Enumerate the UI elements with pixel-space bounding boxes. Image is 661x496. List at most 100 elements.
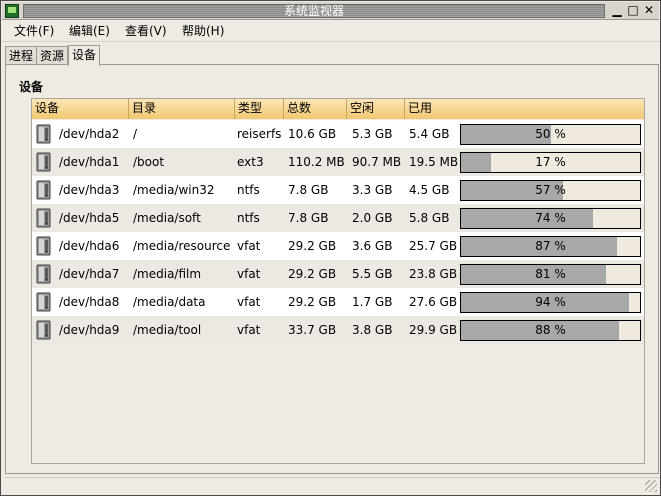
cell-type: ntfs: [237, 211, 260, 225]
table-row[interactable]: /dev/hda1/boot ext3 110.2 MB 90.7 MB 19.5 MB…: [32, 148, 644, 176]
column-header-directory[interactable]: 目录: [129, 99, 235, 119]
hard-disk-icon: [35, 208, 53, 228]
usage-progress-bar: 74 %: [460, 208, 641, 229]
usage-percent-label: 81 %: [535, 267, 566, 281]
table-row[interactable]: /dev/hda6/media/resource vfat 29.2 GB 3.6 G…: [32, 232, 644, 260]
cell-used: 27.6 GB: [409, 295, 458, 309]
cell-dir: /media/tool: [133, 323, 202, 337]
cell-type: reiserfs: [237, 127, 282, 141]
column-header-used[interactable]: 已用: [405, 99, 644, 119]
usage-progress-bar: 94 %: [460, 292, 641, 313]
cell-free: 3.6 GB: [352, 239, 393, 253]
cell-total: 7.8 GB: [288, 183, 329, 197]
cell-type: vfat: [237, 295, 261, 309]
hard-disk-icon: [35, 180, 53, 200]
cell-type: vfat: [237, 267, 261, 281]
system-monitor-app-icon[interactable]: [5, 4, 19, 18]
cell-dir: /media/soft: [133, 211, 201, 225]
cell-used: 29.9 GB: [409, 323, 458, 337]
tab-resources[interactable]: 资源: [36, 46, 69, 65]
cell-type: ntfs: [237, 183, 260, 197]
hard-disk-icon: [35, 152, 53, 172]
cell-free: 5.5 GB: [352, 267, 393, 281]
cell-type: vfat: [237, 323, 261, 337]
title-bar[interactable]: 系统监视器 ▁ □ ✕: [2, 2, 659, 20]
cell-device: /dev/hda5: [59, 211, 120, 225]
cell-used: 23.8 GB: [409, 267, 458, 281]
usage-progress-bar: 88 %: [460, 320, 641, 341]
table-header: 设备 目录 类型 总数 空闲 已用: [32, 99, 644, 119]
cell-device: /dev/hda7: [59, 267, 120, 281]
cell-free: 5.3 GB: [352, 127, 393, 141]
cell-free: 3.8 GB: [352, 323, 393, 337]
cell-total: 110.2 MB: [288, 155, 345, 169]
column-header-type[interactable]: 类型: [235, 99, 284, 119]
cell-device: /dev/hda2: [59, 127, 120, 141]
cell-total: 29.2 GB: [288, 295, 337, 309]
cell-dir: /media/data: [133, 295, 206, 309]
resize-grip-icon[interactable]: [645, 480, 657, 492]
hard-disk-icon: [35, 236, 53, 256]
column-header-total[interactable]: 总数: [284, 99, 347, 119]
cell-device: /dev/hda1: [59, 155, 120, 169]
menu-view[interactable]: 查看(V): [125, 24, 167, 39]
table-row[interactable]: /dev/hda9/media/tool vfat 33.7 GB 3.8 GB 29.…: [32, 316, 644, 344]
status-bar: [5, 477, 659, 494]
table-row[interactable]: /dev/hda8/media/data vfat 29.2 GB 1.7 GB 27.…: [32, 288, 644, 316]
table-row[interactable]: /dev/hda5/media/soft ntfs 7.8 GB 2.0 GB 5.8 …: [32, 204, 644, 232]
usage-percent-label: 88 %: [535, 323, 566, 337]
menu-file[interactable]: 文件(F): [14, 24, 54, 39]
usage-progress-bar: 17 %: [460, 152, 641, 173]
usage-progress-bar: 57 %: [460, 180, 641, 201]
menu-help[interactable]: 帮助(H): [182, 24, 224, 39]
cell-device: /dev/hda6: [59, 239, 120, 253]
cell-free: 90.7 MB: [352, 155, 402, 169]
maximize-icon[interactable]: □: [626, 4, 640, 18]
cell-dir: /media/film: [133, 267, 202, 281]
cell-used: 4.5 GB: [409, 183, 450, 197]
tab-processes[interactable]: 进程: [5, 46, 38, 65]
cell-total: 10.6 GB: [288, 127, 337, 141]
cell-used: 25.7 GB: [409, 239, 458, 253]
cell-free: 1.7 GB: [352, 295, 393, 309]
close-icon[interactable]: ✕: [642, 4, 656, 18]
section-title: 设备: [19, 80, 44, 94]
menu-bar: 文件(F) 编辑(E) 查看(V) 帮助(H): [2, 21, 659, 42]
cell-total: 33.7 GB: [288, 323, 337, 337]
column-header-device[interactable]: 设备: [32, 99, 129, 119]
tab-devices[interactable]: 设备: [68, 45, 101, 66]
menu-edit[interactable]: 编辑(E): [69, 24, 110, 39]
tab-strip: 进程 资源 设备: [5, 45, 659, 66]
usage-percent-label: 57 %: [535, 183, 566, 197]
usage-progress-bar: 50 %: [460, 124, 641, 145]
window-title: 系统监视器: [23, 4, 605, 18]
usage-percent-label: 94 %: [535, 295, 566, 309]
cell-device: /dev/hda3: [59, 183, 120, 197]
hard-disk-icon: [35, 292, 53, 312]
cell-type: vfat: [237, 239, 261, 253]
cell-dir: /: [133, 127, 138, 141]
usage-progress-bar: 81 %: [460, 264, 641, 285]
cell-dir: /boot: [133, 155, 165, 169]
cell-used: 19.5 MB: [409, 155, 459, 169]
usage-percent-label: 87 %: [535, 239, 566, 253]
table-row[interactable]: /dev/hda2 / reiserfs 10.6 GB 5.3 GB 5.4 GB 50 …: [32, 120, 644, 148]
usage-percent-label: 17 %: [535, 155, 566, 169]
usage-progress-bar: 87 %: [460, 236, 641, 257]
hard-disk-icon: [35, 124, 53, 144]
cell-device: /dev/hda9: [59, 323, 120, 337]
cell-used: 5.8 GB: [409, 211, 450, 225]
table-row[interactable]: /dev/hda3/media/win32 ntfs 7.8 GB 3.3 GB 4.5…: [32, 176, 644, 204]
minimize-icon[interactable]: ▁: [610, 4, 624, 18]
usage-percent-label: 50 %: [535, 127, 566, 141]
cell-device: /dev/hda8: [59, 295, 120, 309]
devices-table: 设备 目录 类型 总数 空闲 已用 /dev/hda2 / reiserfs 10.6…: [31, 98, 645, 464]
cell-type: ext3: [237, 155, 264, 169]
cell-used: 5.4 GB: [409, 127, 450, 141]
cell-free: 3.3 GB: [352, 183, 393, 197]
cell-total: 29.2 GB: [288, 239, 337, 253]
table-row[interactable]: /dev/hda7/media/film vfat 29.2 GB 5.5 GB 23.…: [32, 260, 644, 288]
column-header-free[interactable]: 空闲: [347, 99, 405, 119]
cell-dir: /media/resource: [133, 239, 231, 253]
cell-free: 2.0 GB: [352, 211, 393, 225]
